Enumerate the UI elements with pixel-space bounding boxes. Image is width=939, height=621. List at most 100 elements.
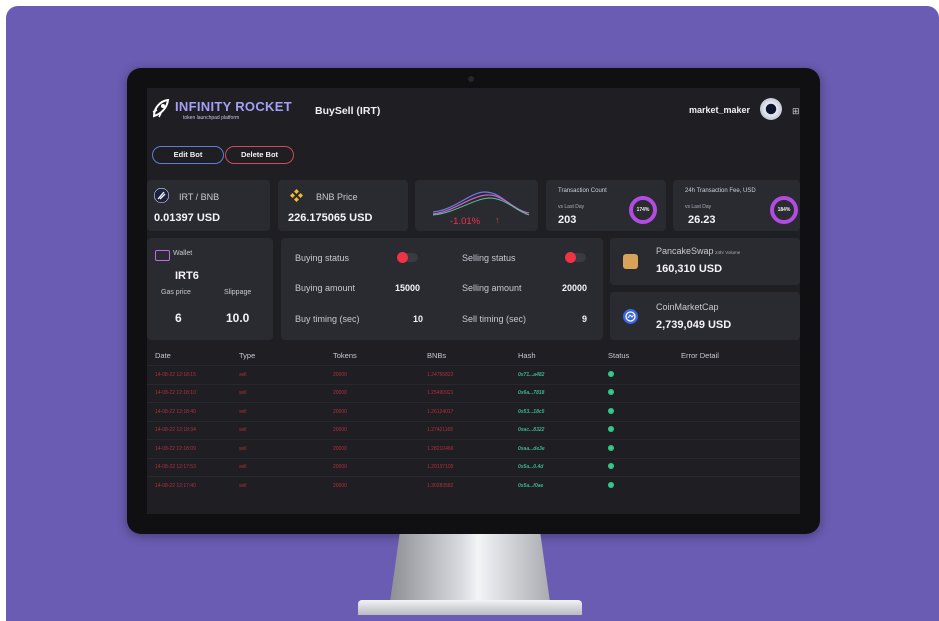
- buying-status-toggle[interactable]: [397, 252, 418, 263]
- table-row[interactable]: 14-08-22 12:17:53 sell 20000 1.29137105 …: [147, 458, 800, 477]
- wallet-label: Wallet: [173, 250, 193, 257]
- pancakeswap-card: PancakeSwap 24hr Volume 160,310 USD: [610, 238, 800, 285]
- hash-link[interactable]: 0xac...8322: [518, 421, 608, 440]
- status-dot-icon: [608, 426, 614, 433]
- buy-timing-value[interactable]: 10: [413, 314, 423, 324]
- menu-icon[interactable]: ⊞: [792, 106, 800, 117]
- type-cell: sell: [239, 371, 247, 378]
- bnbs-cell: 1.30283582: [427, 482, 454, 489]
- app-header: INFINITY ROCKET token launchpad platform…: [147, 88, 800, 132]
- date-cell: 14-08-22 12:18:15: [155, 371, 196, 378]
- tx-count-ring: 174%: [629, 196, 657, 224]
- type-cell: sell: [239, 427, 247, 434]
- monitor-stand-base: [358, 600, 582, 615]
- pair-label: IRT / BNB: [179, 192, 220, 202]
- buying-amount-label: Buying amount: [295, 283, 356, 293]
- fee-value: 26.23: [688, 214, 716, 226]
- bnb-price-label: BNB Price: [316, 192, 358, 202]
- username[interactable]: market_maker: [689, 105, 750, 115]
- fee-ring: 184%: [770, 196, 798, 224]
- rocket-logo-icon: [152, 98, 170, 118]
- tx-count-vs: vs Last Day: [558, 204, 585, 210]
- table-row[interactable]: 14-08-22 12:18:09 sell 20000 1.28210466 …: [147, 439, 800, 459]
- tx-count-title: Transaction Count: [558, 188, 607, 194]
- status-cell: [608, 366, 671, 385]
- pair-value: 0.01397 USD: [154, 212, 221, 224]
- buying-status-label: Buying status: [295, 253, 350, 263]
- status-dot-icon: [608, 389, 614, 396]
- monitor-stand-neck: [390, 534, 550, 602]
- error-detail-cell: [671, 440, 800, 459]
- column-header[interactable]: Error Detail: [671, 345, 800, 366]
- hash-link[interactable]: 0x5a...0.4d: [518, 458, 608, 477]
- tokens-cell: 20000: [333, 390, 347, 397]
- bnbs-cell: 1.27421165: [427, 427, 454, 434]
- date-cell: 14-08-22 12:17:40: [155, 482, 196, 489]
- irt-coin-icon: [154, 188, 169, 203]
- table-row[interactable]: 14-08-22 12:17:40 sell 20000 1.30283582 …: [147, 476, 800, 495]
- wallet-card: Wallet IRT6 Gas price Slippage 6 10.0: [147, 238, 273, 340]
- column-header[interactable]: Status: [608, 345, 671, 366]
- column-header[interactable]: BNBs: [427, 345, 518, 366]
- trading-card: Buying status Buying amount 15000 Buy ti…: [281, 238, 603, 340]
- logo-subtitle: token launchpad platform: [183, 115, 240, 121]
- error-detail-cell: [671, 477, 800, 495]
- table-row[interactable]: 14-08-22 12:18:10 sell 20000 1.25490921 …: [147, 384, 800, 403]
- table-header-row: Date Type Tokens BNBs Hash Status Error …: [147, 345, 800, 366]
- bnbs-cell: 1.24756822: [427, 371, 454, 378]
- pair-card: IRT / BNB 0.01397 USD: [147, 180, 270, 231]
- hash-link[interactable]: 0x5a...f0ae: [518, 477, 608, 495]
- tx-count-value: 203: [558, 214, 577, 226]
- fee-title: 24h Transaction Fee, USD: [685, 188, 756, 194]
- selling-amount-label: Selling amount: [462, 283, 522, 293]
- buying-amount-value[interactable]: 15000: [395, 283, 420, 293]
- tokens-cell: 20000: [333, 427, 347, 434]
- sell-timing-label: Sell timing (sec): [462, 314, 527, 324]
- edit-bot-button[interactable]: Edit Bot: [152, 146, 224, 164]
- bnbs-cell: 1.26124017: [427, 408, 454, 415]
- delete-bot-button[interactable]: Delete Bot: [225, 146, 294, 164]
- selling-amount-value[interactable]: 20000: [562, 283, 587, 293]
- sell-timing-value[interactable]: 9: [582, 314, 587, 324]
- app-screen: INFINITY ROCKET token launchpad platform…: [147, 88, 800, 514]
- table-row[interactable]: 14-08-22 12:18:34 sell 20000 1.27421165 …: [147, 421, 800, 440]
- avatar[interactable]: [760, 98, 782, 120]
- hash-link[interactable]: 0xaa...de3e: [518, 440, 608, 459]
- type-cell: sell: [239, 445, 247, 452]
- pancakeswap-value: 160,310 USD: [656, 263, 723, 275]
- tokens-cell: 20000: [333, 482, 347, 489]
- table-row[interactable]: 14-08-22 12:18:40 sell 20000 1.26124017 …: [147, 402, 800, 422]
- buy-timing-label: Buy timing (sec): [295, 314, 360, 324]
- table-row[interactable]: 14-08-22 12:18:15 sell 20000 1.24756822 …: [147, 365, 800, 385]
- price-change-arrow: ↑: [495, 215, 500, 225]
- tokens-cell: 20000: [333, 464, 347, 471]
- hash-link[interactable]: 0x71...a482: [518, 366, 608, 385]
- date-cell: 14-08-22 12:17:53: [155, 464, 196, 471]
- status-cell: [608, 403, 671, 422]
- error-detail-cell: [671, 458, 800, 477]
- date-cell: 14-08-22 12:18:40: [155, 408, 196, 415]
- error-detail-cell: [671, 366, 800, 385]
- bnbs-cell: 1.29137105: [427, 464, 454, 471]
- type-cell: sell: [239, 482, 247, 489]
- column-header[interactable]: Tokens: [333, 345, 427, 366]
- bnbs-cell: 1.28210466: [427, 445, 454, 452]
- column-header[interactable]: Date: [147, 345, 239, 366]
- coinmarketcap-icon: [623, 309, 638, 324]
- wallet-name: IRT6: [175, 270, 199, 282]
- slippage-label: Slippage: [224, 289, 252, 296]
- fee-vs: vs Last Day: [685, 204, 712, 210]
- tokens-cell: 20000: [333, 445, 347, 452]
- hash-link[interactable]: 0x6a...7818: [518, 384, 608, 403]
- date-cell: 14-08-22 12:18:09: [155, 445, 196, 452]
- column-header[interactable]: Hash: [518, 345, 608, 366]
- hash-link[interactable]: 0x53...18c5: [518, 403, 608, 422]
- column-header[interactable]: Type: [239, 345, 333, 366]
- error-detail-cell: [671, 403, 800, 422]
- status-dot-icon: [608, 481, 614, 488]
- selling-status-toggle[interactable]: [565, 252, 586, 263]
- pancakeswap-sub: 24hr Volume: [715, 250, 741, 255]
- tokens-cell: 20000: [333, 408, 347, 415]
- price-change-value: -1.01%: [450, 216, 481, 227]
- status-dot-icon: [608, 370, 614, 377]
